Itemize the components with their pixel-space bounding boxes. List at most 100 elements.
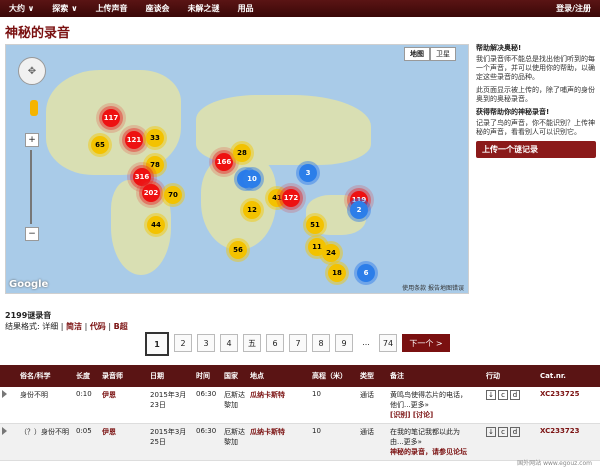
page-74[interactable]: 74: [379, 334, 397, 352]
page-5[interactable]: 五: [243, 334, 261, 352]
copy-icon[interactable]: c: [498, 390, 508, 400]
page-2[interactable]: 2: [174, 334, 192, 352]
map-cluster-marker[interactable]: 28: [233, 144, 251, 162]
row-recordist[interactable]: 伊恩: [100, 387, 148, 424]
nav-supplies[interactable]: 用品: [229, 3, 263, 14]
row-location[interactable]: 瓜纳卡斯特: [248, 387, 310, 424]
page-6[interactable]: 6: [266, 334, 284, 352]
row-location[interactable]: 瓜纳卡斯特: [248, 423, 310, 461]
map-cluster-marker[interactable]: 121: [125, 131, 143, 149]
col-catnr[interactable]: Cat.nr.: [538, 365, 600, 387]
col-type[interactable]: 类型: [358, 365, 388, 387]
world-map[interactable]: 地图 卫星 ✥ + − 1176512133783162027044166289…: [5, 44, 469, 294]
map-cluster-marker[interactable]: 51: [306, 216, 324, 234]
col-location[interactable]: 地点: [248, 365, 310, 387]
row-catnr[interactable]: XC233723: [538, 423, 600, 461]
row-actions: ↓ c d: [484, 423, 538, 461]
map-cluster-marker[interactable]: 117: [102, 109, 120, 127]
map-cluster-marker[interactable]: 33: [146, 129, 164, 147]
row-remarks-extra[interactable]: 神秘的录音，请参见论坛: [390, 447, 468, 457]
map-cluster-marker[interactable]: 18: [328, 264, 346, 282]
format-concise[interactable]: 简洁: [66, 322, 82, 331]
map-cluster-marker[interactable]: 24: [322, 244, 340, 262]
play-icon[interactable]: [0, 387, 18, 424]
format-sonogram[interactable]: B超: [114, 322, 128, 331]
download-icon[interactable]: ↓: [486, 427, 496, 437]
row-time: 06:30: [194, 387, 222, 424]
page-3[interactable]: 3: [197, 334, 215, 352]
play-icon[interactable]: [0, 423, 18, 461]
row-remarks-extra[interactable]: [识别] [讨论]: [390, 410, 468, 420]
nav-about[interactable]: 大约 ∨: [0, 3, 43, 14]
row-remarks: 在我的笔记我都以此为由...更多» 神秘的录音，请参见论坛: [388, 423, 470, 461]
page-8[interactable]: 8: [312, 334, 330, 352]
upload-mystery-button[interactable]: 上传一个谜记录: [476, 141, 596, 158]
top-nav: 大约 ∨ 探索 ∨ 上传声音 座谈会 未解之谜 用品 登录/注册: [0, 0, 600, 17]
copy-icon[interactable]: c: [498, 427, 508, 437]
watermark: 国外网站 www.egouz.com: [517, 460, 592, 467]
map-cluster-marker[interactable]: 166: [215, 153, 233, 171]
row-elevation: 10: [310, 387, 358, 424]
col-country[interactable]: 国家: [222, 365, 248, 387]
pan-control-icon[interactable]: ✥: [18, 57, 46, 85]
row-remarks-text[interactable]: 在我的笔记我都以此为由...更多»: [390, 427, 468, 447]
row-date: 2015年3月25日: [148, 423, 194, 461]
map-cluster-marker[interactable]: 2: [350, 201, 368, 219]
sidebar-text-1: 我们录音师不能总是找出他们听到的每一个声音，并可以使用你的帮助，以确定这些录音的…: [476, 55, 595, 81]
map-cluster-marker[interactable]: 6: [357, 264, 375, 282]
nav-upload[interactable]: 上传声音: [87, 3, 137, 14]
sidebar-text-3: 记录了鸟的声音，你不能识别？上传神秘的声音，看看别人可以识别它。: [476, 119, 595, 136]
col-length[interactable]: 长度: [74, 365, 100, 387]
row-type: 通话: [358, 423, 388, 461]
row-remarks-text[interactable]: 黄鸣鸟使得芯片的电话，他们...更多»: [390, 390, 468, 410]
map-tab-satellite[interactable]: 卫星: [430, 47, 456, 61]
row-time: 06:30: [194, 423, 222, 461]
col-time[interactable]: 时间: [194, 365, 222, 387]
row-remarks: 黄鸣鸟使得芯片的电话，他们...更多» [识别] [讨论]: [388, 387, 470, 424]
nav-explore[interactable]: 探索 ∨: [43, 3, 86, 14]
col-recordist[interactable]: 录音师: [100, 365, 148, 387]
row-country: 厄斯达黎加: [222, 387, 248, 424]
col-date[interactable]: 日期: [148, 365, 194, 387]
map-cluster-marker[interactable]: 44: [147, 216, 165, 234]
map-cluster-marker[interactable]: 65: [91, 136, 109, 154]
page-7[interactable]: 7: [289, 334, 307, 352]
login-link[interactable]: 登录/注册: [547, 3, 600, 14]
download-icon[interactable]: ↓: [486, 390, 496, 400]
discuss-icon[interactable]: d: [510, 427, 520, 437]
discuss-icon[interactable]: d: [510, 390, 520, 400]
zoom-in-icon[interactable]: +: [25, 133, 39, 147]
map-cluster-marker[interactable]: 172: [282, 189, 300, 207]
nav-mysteries[interactable]: 未解之谜: [179, 3, 229, 14]
zoom-slider[interactable]: [30, 150, 32, 224]
format-code[interactable]: 代码: [90, 322, 106, 331]
map-cluster-marker[interactable]: 3: [299, 164, 317, 182]
map-tab-map[interactable]: 地图: [404, 47, 430, 61]
row-elevation: 10: [310, 423, 358, 461]
nav-forum[interactable]: 座谈会: [137, 3, 179, 14]
col-play: [0, 365, 18, 387]
row-blank: [470, 423, 484, 461]
recordings-table: 俗名/科学 长度 录音师 日期 时间 国家 地点 高程（米） 类型 备注 行动 …: [0, 365, 600, 461]
col-name[interactable]: 俗名/科学: [18, 365, 74, 387]
page-9[interactable]: 9: [335, 334, 353, 352]
table-row: （？）身份不明 0:05 伊恩 2015年3月25日 06:30 厄斯达黎加 瓜…: [0, 423, 600, 461]
col-elevation[interactable]: 高程（米）: [310, 365, 358, 387]
map-cluster-marker[interactable]: 70: [164, 186, 182, 204]
page-1[interactable]: 1: [145, 332, 169, 356]
format-detailed[interactable]: 详细: [42, 322, 58, 331]
row-recordist[interactable]: 伊恩: [100, 423, 148, 461]
row-catnr[interactable]: XC233725: [538, 387, 600, 424]
col-remarks: 备注: [388, 365, 470, 387]
map-footer[interactable]: 使用条款 报告地图错误: [402, 283, 464, 292]
pegman-icon[interactable]: [30, 100, 38, 116]
map-cluster-marker[interactable]: 12: [243, 201, 261, 219]
zoom-out-icon[interactable]: −: [25, 227, 39, 241]
map-cluster-marker[interactable]: 202: [142, 184, 160, 202]
row-blank: [470, 387, 484, 424]
next-page-button[interactable]: 下一个 >: [402, 334, 450, 352]
page-4[interactable]: 4: [220, 334, 238, 352]
map-cluster-marker[interactable]: 10: [243, 170, 261, 188]
map-cluster-marker[interactable]: 56: [229, 241, 247, 259]
row-length: 0:05: [74, 423, 100, 461]
